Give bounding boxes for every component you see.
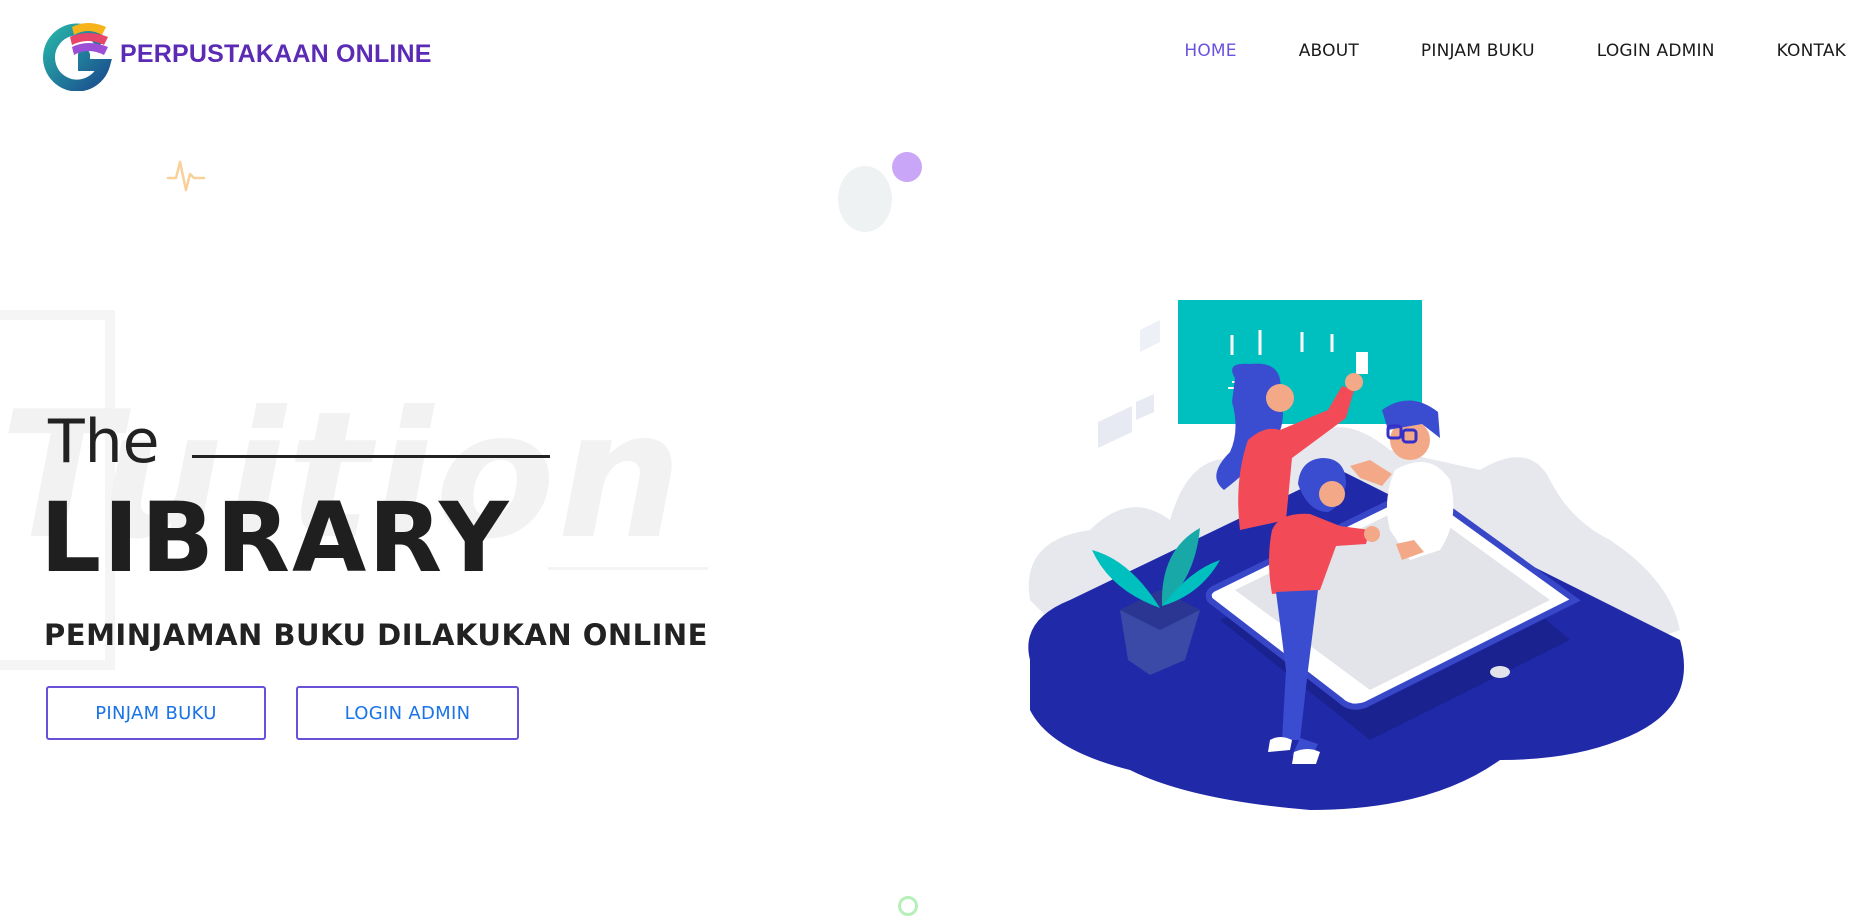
pinjam-buku-button[interactable]: PINJAM BUKU	[46, 686, 266, 740]
brand-logo[interactable]: PERPUSTAKAAN ONLINE	[40, 17, 432, 91]
hero-pretitle-wrap: The	[48, 412, 160, 472]
pulse-decoration-icon	[166, 160, 206, 192]
hero-subtitle: PEMINJAMAN BUKU DILAKUKAN ONLINE	[44, 618, 708, 652]
nav-home[interactable]: HOME	[1184, 41, 1236, 61]
background-line	[548, 567, 708, 570]
decorative-ring	[898, 896, 918, 916]
main-nav: HOME ABOUT PINJAM BUKU LOGIN ADMIN KONTA…	[1122, 41, 1846, 61]
nav-login-admin[interactable]: LOGIN ADMIN	[1597, 41, 1715, 61]
teal-board	[1178, 300, 1422, 424]
hero-title: LIBRARY	[40, 482, 511, 594]
nav-kontak[interactable]: KONTAK	[1777, 41, 1846, 61]
decorative-dot	[892, 152, 922, 182]
hero-rule	[192, 455, 550, 458]
hero-pretitle: The	[48, 407, 160, 477]
nav-about[interactable]: ABOUT	[1299, 41, 1359, 61]
decorative-oval	[838, 166, 892, 232]
brand-name: PERPUSTAKAAN ONLINE	[120, 39, 432, 68]
people-working-at-tablet-illustration	[1028, 300, 1684, 810]
nav-pinjam-buku[interactable]: PINJAM BUKU	[1421, 41, 1535, 61]
login-admin-button[interactable]: LOGIN ADMIN	[296, 686, 519, 740]
library-logo-icon	[43, 23, 112, 91]
